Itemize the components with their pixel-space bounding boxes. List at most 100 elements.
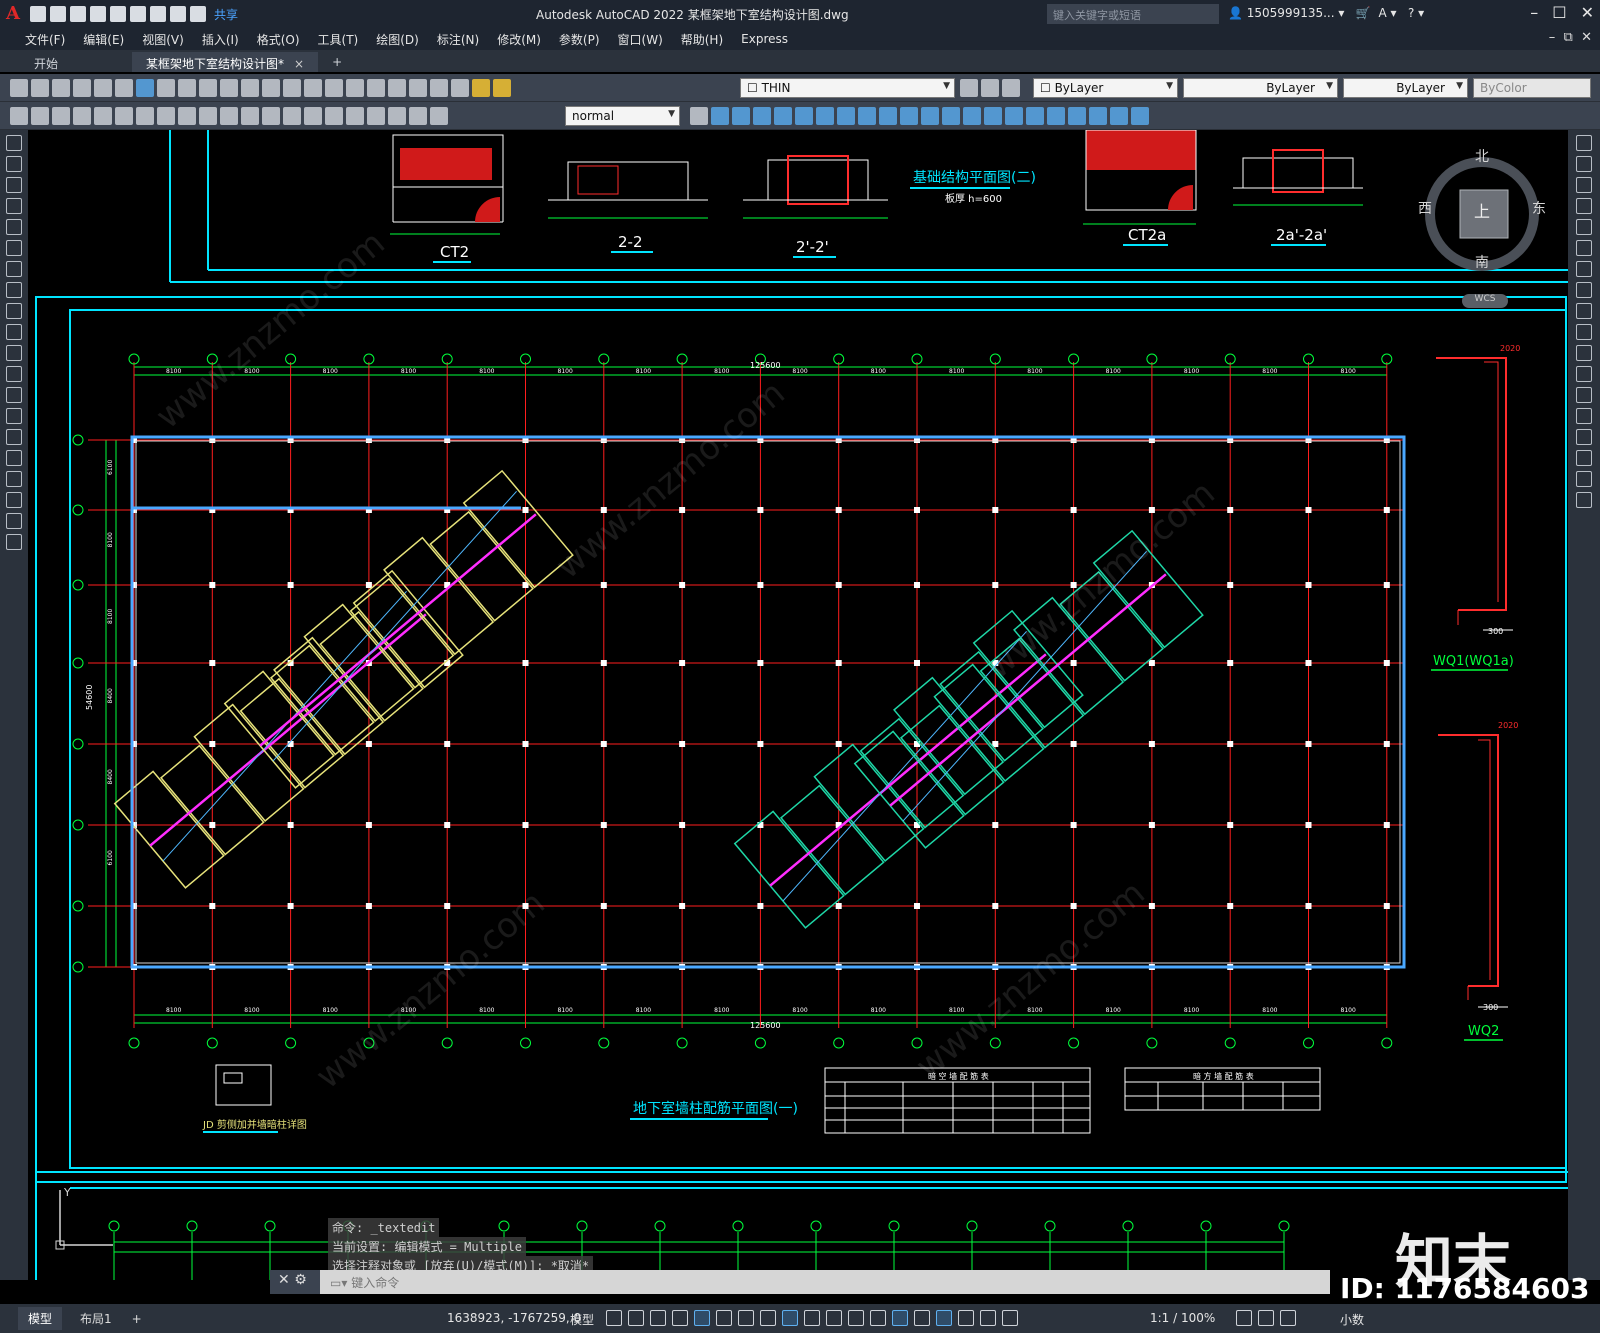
extrude-icon[interactable] — [900, 107, 918, 125]
box-icon[interactable] — [711, 107, 729, 125]
preview-icon[interactable] — [94, 79, 112, 97]
maximize-icon[interactable]: ☐ — [1552, 3, 1566, 22]
redo-icon[interactable] — [190, 6, 206, 22]
sweep-icon[interactable] — [942, 107, 960, 125]
point-icon[interactable] — [6, 408, 22, 424]
user-account[interactable]: 👤 1505999135... ▾ 🛒 A ▾ ? ▾ — [1228, 6, 1424, 20]
dim-diameter-icon[interactable] — [136, 107, 154, 125]
loft-icon[interactable] — [984, 107, 1002, 125]
snap-icon[interactable] — [628, 1310, 644, 1326]
calculator-icon[interactable] — [430, 79, 448, 97]
close-window-icon[interactable]: ✕ — [1581, 3, 1594, 22]
zoom-icon[interactable] — [283, 79, 301, 97]
zoom-window-icon[interactable] — [304, 79, 322, 97]
intersect-icon[interactable] — [1047, 107, 1065, 125]
annotation-monitor-icon[interactable] — [1258, 1310, 1274, 1326]
menu-dimension[interactable]: 标注(N) — [428, 31, 488, 48]
share-button[interactable]: 共享 — [214, 6, 238, 23]
menu-parametric[interactable]: 参数(P) — [550, 31, 609, 48]
units-value[interactable]: 小数 — [1340, 1311, 1364, 1328]
cone-icon[interactable] — [753, 107, 771, 125]
viewcube-west[interactable]: 西 — [1418, 198, 1432, 218]
break-point-icon[interactable] — [1576, 366, 1592, 382]
undo-icon[interactable] — [170, 6, 186, 22]
paste-icon[interactable] — [178, 79, 196, 97]
insert-block-icon[interactable] — [6, 366, 22, 382]
add-layout-button[interactable]: + — [122, 1309, 152, 1329]
presspull-icon[interactable] — [921, 107, 939, 125]
menu-edit[interactable]: 编辑(E) — [74, 31, 133, 48]
stretch-icon[interactable] — [1576, 303, 1592, 319]
toolpalette-icon[interactable] — [367, 79, 385, 97]
dim-space-icon[interactable] — [241, 107, 259, 125]
polyline-icon[interactable] — [6, 177, 22, 193]
auto-scale-icon[interactable] — [980, 1310, 996, 1326]
rotate-icon[interactable] — [1576, 261, 1592, 277]
gizmo-icon[interactable] — [936, 1310, 952, 1326]
grid-icon[interactable] — [606, 1310, 622, 1326]
imprint-icon[interactable] — [1131, 107, 1149, 125]
sphere-icon[interactable] — [774, 107, 792, 125]
polar-icon[interactable] — [716, 1310, 732, 1326]
scale-icon[interactable] — [1576, 282, 1592, 298]
helix-icon[interactable] — [858, 107, 876, 125]
layout-tab-layout1[interactable]: 布局1 — [70, 1307, 122, 1330]
arc-icon[interactable] — [6, 240, 22, 256]
properties-icon[interactable] — [325, 79, 343, 97]
ellipse-icon[interactable] — [6, 324, 22, 340]
linetype-dropdown[interactable]: ByLayer ▼ — [1183, 78, 1338, 98]
selection-filter-icon[interactable] — [914, 1310, 930, 1326]
sheetset-icon[interactable] — [388, 79, 406, 97]
layer-manager-icon[interactable] — [472, 79, 490, 97]
menu-modify[interactable]: 修改(M) — [488, 31, 550, 48]
mirror-icon[interactable] — [1576, 177, 1592, 193]
cart-icon[interactable]: 🛒 — [1356, 6, 1371, 20]
region-icon[interactable] — [6, 471, 22, 487]
dim-style-icon[interactable] — [430, 107, 448, 125]
move-icon[interactable] — [1576, 240, 1592, 256]
minimize-icon[interactable]: – — [1530, 3, 1538, 22]
revolve-icon[interactable] — [963, 107, 981, 125]
dim-continue-icon[interactable] — [220, 107, 238, 125]
save-icon[interactable] — [70, 6, 86, 22]
layer-state-icon[interactable] — [493, 79, 511, 97]
dim-aligned-icon[interactable] — [31, 107, 49, 125]
ellipse-arc-icon[interactable] — [6, 345, 22, 361]
pyramid-icon[interactable] — [837, 107, 855, 125]
drawing-canvas[interactable]: CT2 2-2 2'-2' 基础结构平面图(二) 板厚 h=600 CT2a 2… — [28, 130, 1568, 1280]
dyn-ucs-icon[interactable] — [892, 1310, 908, 1326]
open-icon[interactable] — [31, 79, 49, 97]
annotation-scale-value[interactable]: 1:1 / 100% — [1150, 1311, 1215, 1325]
osnap-icon[interactable] — [782, 1310, 798, 1326]
help-icon[interactable]: ? — [1408, 6, 1414, 20]
doc-window-controls[interactable]: – ⧉ ✕ — [1549, 30, 1592, 45]
layer-isolate-icon[interactable] — [1002, 79, 1020, 97]
tolerance-icon[interactable] — [283, 107, 301, 125]
viewcube-east[interactable]: 东 — [1532, 198, 1546, 218]
matchprop-icon[interactable] — [199, 79, 217, 97]
print-icon[interactable] — [73, 79, 91, 97]
viewcube-south[interactable]: 南 — [1475, 252, 1489, 272]
menu-file[interactable]: 文件(F) — [16, 31, 74, 48]
annotation-scale-icon[interactable] — [1002, 1310, 1018, 1326]
plotstyle-dropdown[interactable]: ByColor — [1473, 78, 1591, 98]
dim-style-manager-icon[interactable] — [690, 107, 708, 125]
blend-icon[interactable] — [1576, 471, 1592, 487]
jogged-linear-icon[interactable] — [346, 107, 364, 125]
dim-edit-icon[interactable] — [367, 107, 385, 125]
polygon-icon[interactable] — [6, 198, 22, 214]
menu-window[interactable]: 窗口(W) — [609, 31, 672, 48]
lineweight-icon[interactable] — [804, 1310, 820, 1326]
torus-icon[interactable] — [816, 107, 834, 125]
open-web-icon[interactable] — [110, 6, 126, 22]
trim-icon[interactable] — [1576, 324, 1592, 340]
subtract-icon[interactable] — [1026, 107, 1044, 125]
save-as-icon[interactable] — [90, 6, 106, 22]
mtext-icon[interactable] — [6, 513, 22, 529]
save-web-icon[interactable] — [130, 6, 146, 22]
menu-tools[interactable]: 工具(T) — [309, 31, 368, 48]
hatch-icon[interactable] — [6, 429, 22, 445]
new-file-icon[interactable] — [30, 6, 46, 22]
wcs-menu[interactable]: WCS — [1462, 294, 1508, 308]
dim-ordinate-icon[interactable] — [73, 107, 91, 125]
